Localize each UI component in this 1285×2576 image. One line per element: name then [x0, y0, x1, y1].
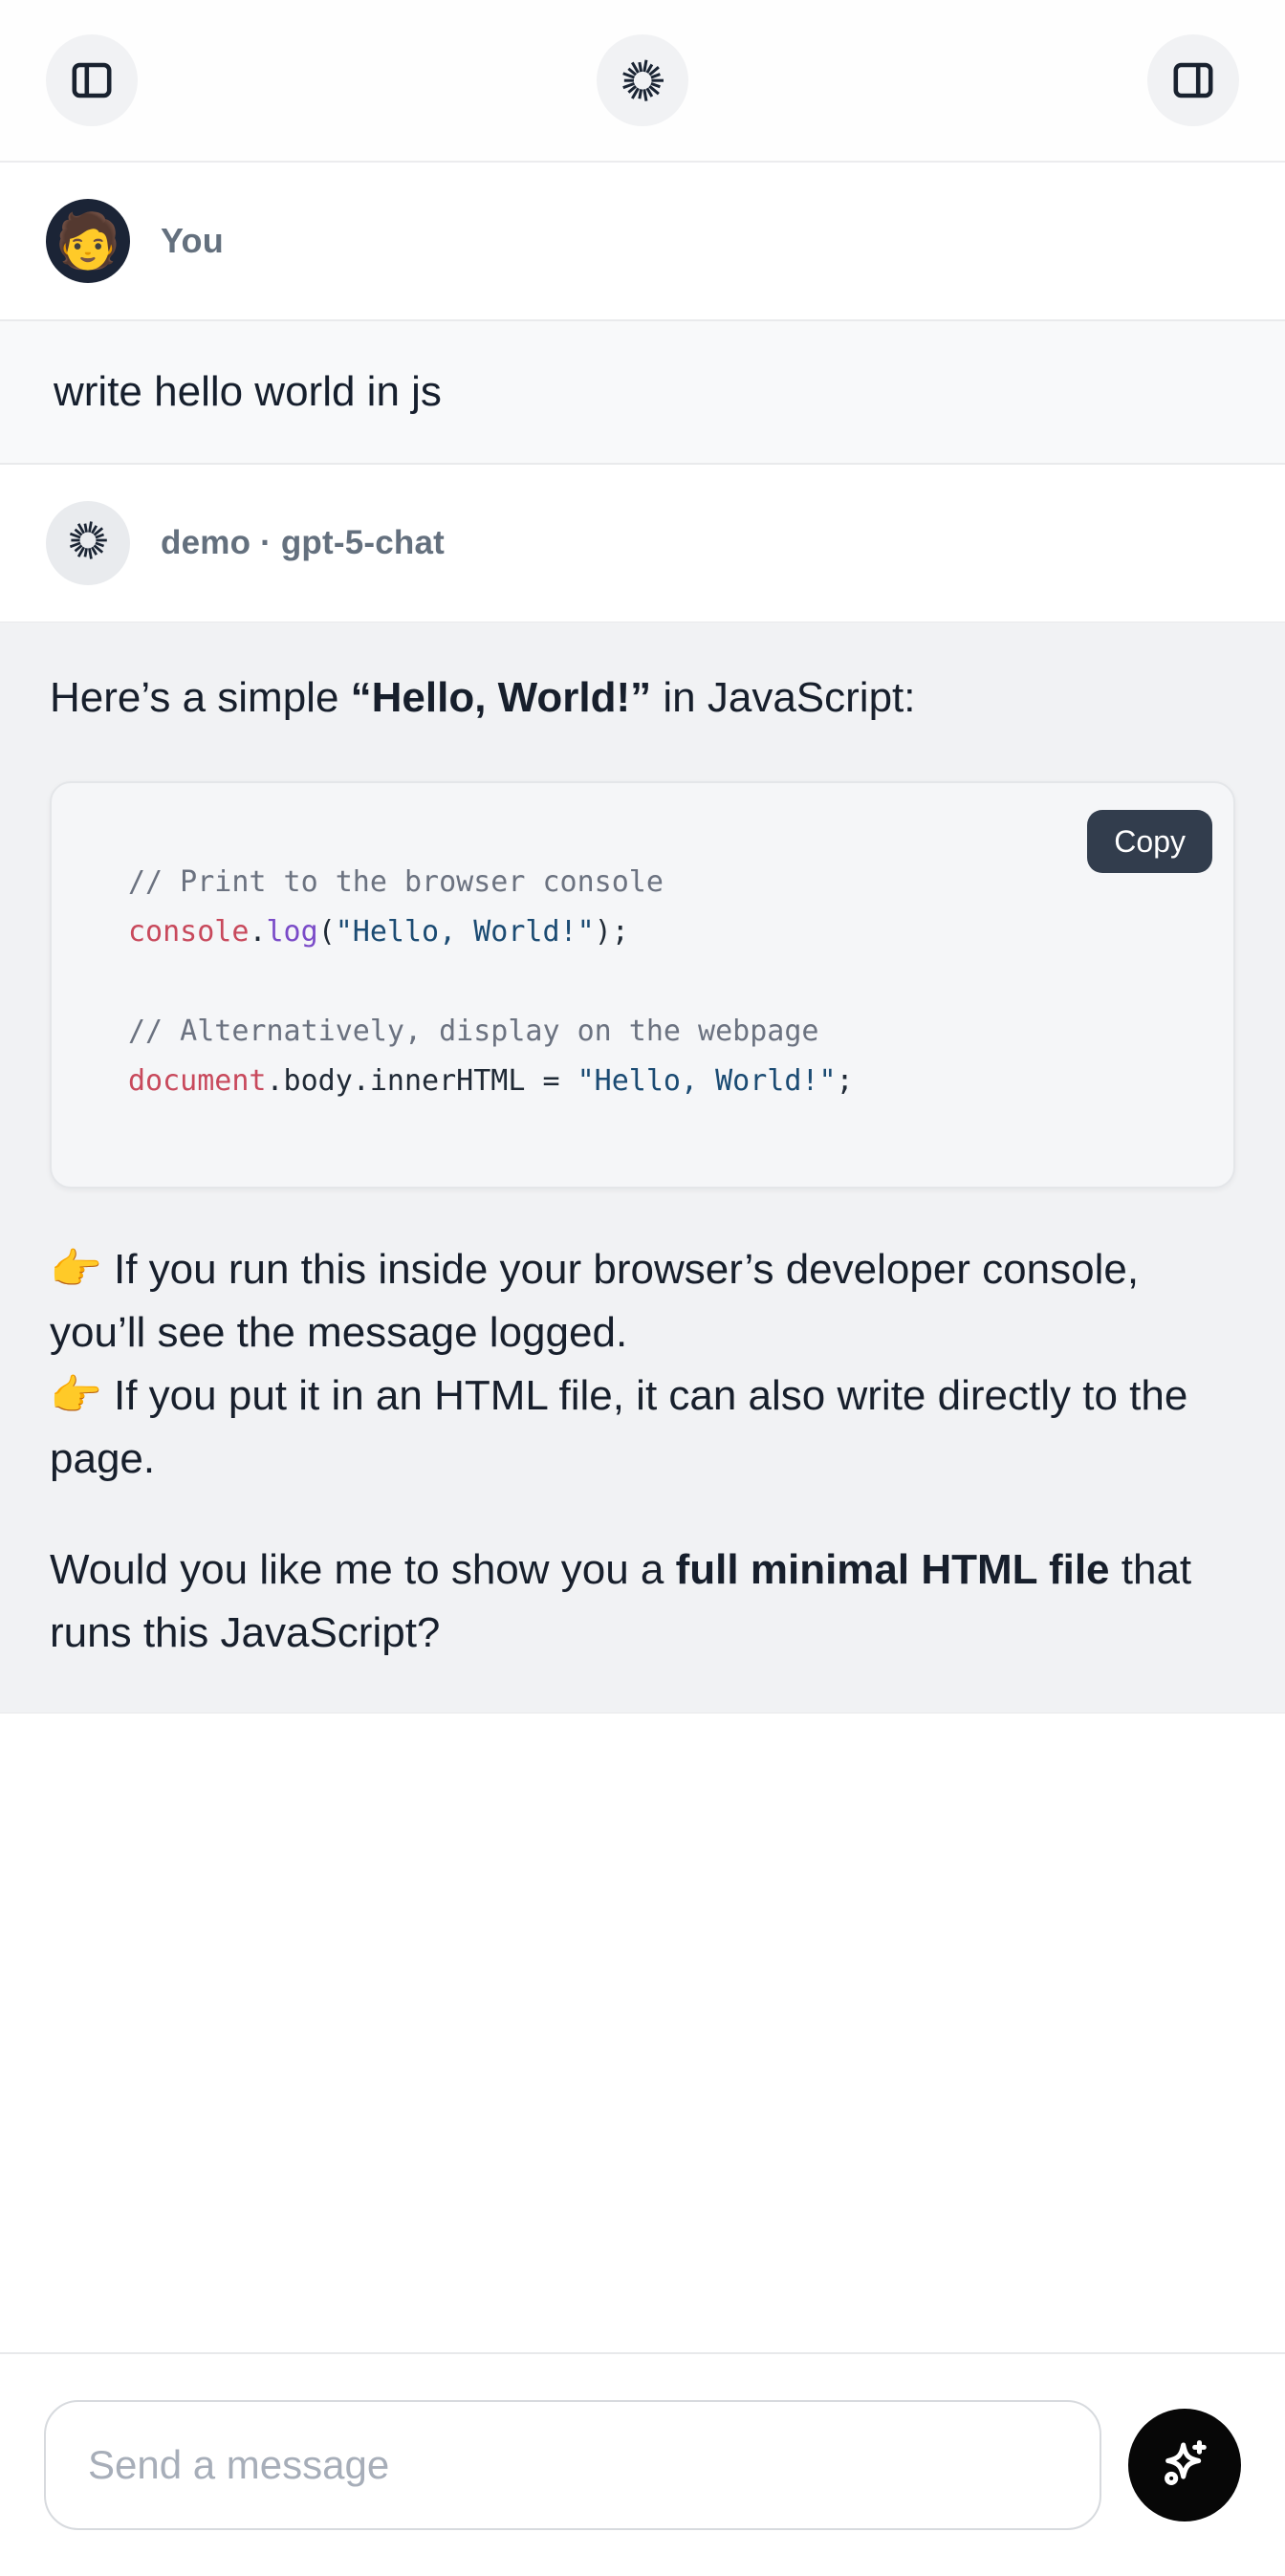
sparkle-plus-icon: [1154, 2434, 1215, 2498]
composer: [0, 2352, 1285, 2576]
person-emoji: 🧑: [54, 214, 121, 268]
user-turn-header: 🧑 You: [0, 163, 1285, 319]
user-message-text: write hello world in js: [54, 368, 442, 415]
assistant-tips-text: 👉 If you run this inside your browser’s …: [50, 1238, 1235, 1491]
user-avatar: 🧑: [46, 199, 130, 283]
model-button[interactable]: [597, 34, 688, 126]
user-turn-name: You: [161, 221, 224, 261]
user-message: write hello world in js: [0, 319, 1285, 465]
code-block: Copy // Print to the browser console con…: [50, 781, 1235, 1189]
toggle-left-sidebar-button[interactable]: [46, 34, 138, 126]
model-starburst-icon: [620, 57, 665, 103]
code-content: // Print to the browser console console.…: [52, 783, 1233, 1187]
empty-scroll-area[interactable]: [0, 1714, 1285, 2352]
assistant-message: Here’s a simple “Hello, World!” in JavaS…: [0, 622, 1285, 1714]
assistant-turn-header: demo · gpt-5-chat: [0, 465, 1285, 622]
assistant-avatar: [46, 501, 130, 585]
panel-left-icon: [67, 55, 117, 105]
panel-right-icon: [1168, 55, 1218, 105]
message-input[interactable]: [44, 2400, 1101, 2530]
copy-code-button[interactable]: Copy: [1087, 810, 1212, 873]
toggle-right-sidebar-button[interactable]: [1147, 34, 1239, 126]
assistant-turn: demo · gpt-5-chat Here’s a simple “Hello…: [0, 465, 1285, 1714]
send-button[interactable]: [1128, 2409, 1241, 2521]
starburst-icon: [67, 519, 109, 566]
assistant-intro-text: Here’s a simple “Hello, World!” in JavaS…: [50, 666, 1235, 730]
assistant-question-text: Would you like me to show you a full min…: [50, 1539, 1235, 1665]
user-turn: 🧑 You write hello world in js: [0, 163, 1285, 465]
header: [0, 0, 1285, 163]
assistant-turn-name: demo · gpt-5-chat: [161, 524, 445, 562]
chat-app: 🧑 You write hello world in js demo · gpt…: [0, 0, 1285, 2576]
